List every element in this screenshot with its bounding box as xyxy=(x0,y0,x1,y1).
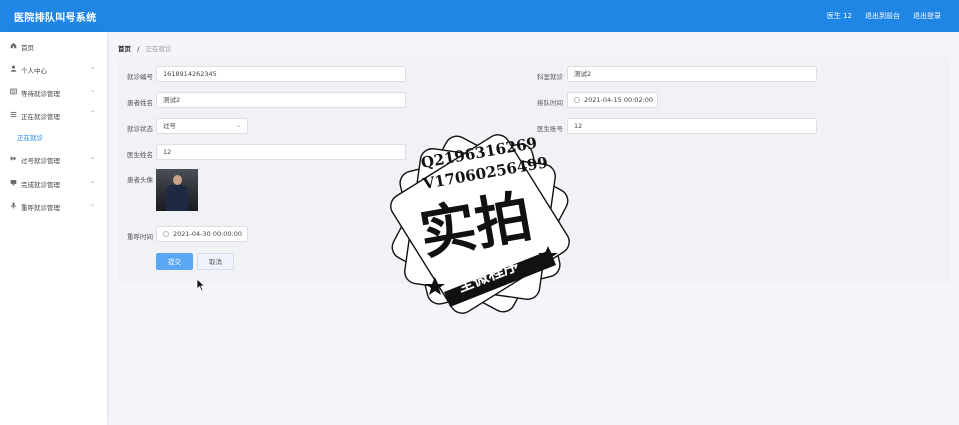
visit-status-value: 过号 xyxy=(163,122,176,130)
sidebar-item-personal-center[interactable]: 个人中心 ⌄ xyxy=(0,60,107,78)
sidebar-item-completed-visits[interactable]: 完成就诊管理 ⌄ xyxy=(0,174,107,192)
sidebar-item-label: 正在就诊管理 xyxy=(21,113,60,121)
recall-time-value: 2021-04-30 00:00:00 xyxy=(173,230,243,238)
patient-avatar-label: 患者头像 xyxy=(127,176,153,184)
logout-link[interactable]: 退出登录 xyxy=(913,11,941,21)
document-icon xyxy=(10,88,17,95)
submit-button[interactable]: 提交 xyxy=(156,253,193,270)
sidebar-item-label: 等待就诊管理 xyxy=(21,90,60,98)
clock-icon xyxy=(163,231,169,237)
visit-status-select[interactable]: 过号 ⌄ xyxy=(156,118,248,134)
chevron-down-icon: ⌄ xyxy=(235,122,241,129)
microphone-icon xyxy=(11,202,16,209)
patient-name-value: 测试2 xyxy=(163,96,181,104)
breadcrumb-home[interactable]: 首页 xyxy=(118,45,131,53)
breadcrumb: 首页 / 正在就诊 xyxy=(118,43,172,53)
patient-name-label: 患者姓名 xyxy=(127,99,153,107)
top-bar: 医院排队叫号系统 医生 12 退出到前台 退出登录 xyxy=(0,0,959,32)
forward-icon xyxy=(10,156,17,161)
avatar-body xyxy=(166,185,188,211)
sidebar-item-current-visits[interactable]: 正在就诊管理 ⌃ xyxy=(0,106,107,124)
recall-time-picker[interactable]: 2021-04-30 00:00:00 xyxy=(156,226,248,242)
sidebar-item-label: 完成就诊管理 xyxy=(21,181,60,189)
sidebar-item-label: 过号就诊管理 xyxy=(21,157,60,165)
chevron-down-icon: ⌄ xyxy=(89,178,95,185)
sidebar-item-label: 首页 xyxy=(21,44,34,52)
patient-avatar-image[interactable] xyxy=(156,169,198,211)
doctor-name-field[interactable]: 12 xyxy=(156,144,406,160)
recall-time-label: 重呼时间 xyxy=(127,233,153,241)
breadcrumb-current: 正在就诊 xyxy=(145,45,172,53)
doctor-account-field[interactable]: 12 xyxy=(567,118,817,134)
sidebar-item-label: 重呼就诊管理 xyxy=(21,204,60,212)
sidebar-item-label: 个人中心 xyxy=(21,67,47,75)
sidebar: 首页 个人中心 ⌄ 等待就诊管理 ⌄ 正在就诊管理 ⌃ 正在就诊 过号就诊管理 … xyxy=(0,32,107,425)
app-title: 医院排队叫号系统 xyxy=(14,13,97,24)
visit-status-label: 就诊状态 xyxy=(127,125,153,133)
list-icon xyxy=(10,111,17,118)
sidebar-item-recall-visits[interactable]: 重呼就诊管理 ⌄ xyxy=(0,197,107,215)
visit-number-field[interactable]: 1618914262345 xyxy=(156,66,406,82)
sidebar-item-home[interactable]: 首页 xyxy=(0,37,107,55)
watermark-stamp: Q2196316269 V17060256499 实拍 全微程序 xyxy=(390,134,570,314)
avatar-head xyxy=(173,175,182,185)
home-icon xyxy=(10,42,17,49)
back-to-front-link[interactable]: 退出到前台 xyxy=(865,11,900,21)
sidebar-subitem-label: 正在就诊 xyxy=(17,134,43,142)
department-value: 测试2 xyxy=(574,70,592,78)
queue-time-label: 排队时间 xyxy=(537,99,563,107)
top-actions: 医生 12 退出到前台 退出登录 xyxy=(827,11,941,21)
visit-number-label: 就诊编号 xyxy=(127,73,153,81)
monitor-icon xyxy=(10,180,17,186)
chevron-down-icon: ⌄ xyxy=(89,201,95,208)
current-user: 医生 12 xyxy=(826,12,852,20)
department-label: 科室就诊 xyxy=(537,73,563,81)
chevron-down-icon: ⌄ xyxy=(89,87,95,94)
user-icon xyxy=(10,65,17,72)
clock-icon xyxy=(574,97,580,103)
queue-time-value: 2021-04-15 00:02:00 xyxy=(584,96,654,104)
chevron-up-icon: ⌃ xyxy=(89,110,95,117)
mouse-cursor-icon xyxy=(196,278,206,292)
chevron-down-icon: ⌄ xyxy=(89,64,95,71)
chevron-down-icon: ⌄ xyxy=(89,154,95,161)
department-field[interactable]: 测试2 xyxy=(567,66,817,82)
sidebar-item-missed-visits[interactable]: 过号就诊管理 ⌄ xyxy=(0,150,107,168)
doctor-name-value: 12 xyxy=(163,148,172,156)
patient-name-field[interactable]: 测试2 xyxy=(156,92,406,108)
queue-time-picker[interactable]: 2021-04-15 00:02:00 xyxy=(567,92,658,108)
sidebar-item-waiting-visits[interactable]: 等待就诊管理 ⌄ xyxy=(0,83,107,101)
sidebar-subitem-current-visit[interactable]: 正在就诊 xyxy=(0,129,107,143)
visit-number-value: 1618914262345 xyxy=(163,70,217,78)
doctor-name-label: 医生姓名 xyxy=(127,151,153,159)
cancel-button[interactable]: 取消 xyxy=(197,253,234,270)
breadcrumb-separator: / xyxy=(137,45,140,53)
